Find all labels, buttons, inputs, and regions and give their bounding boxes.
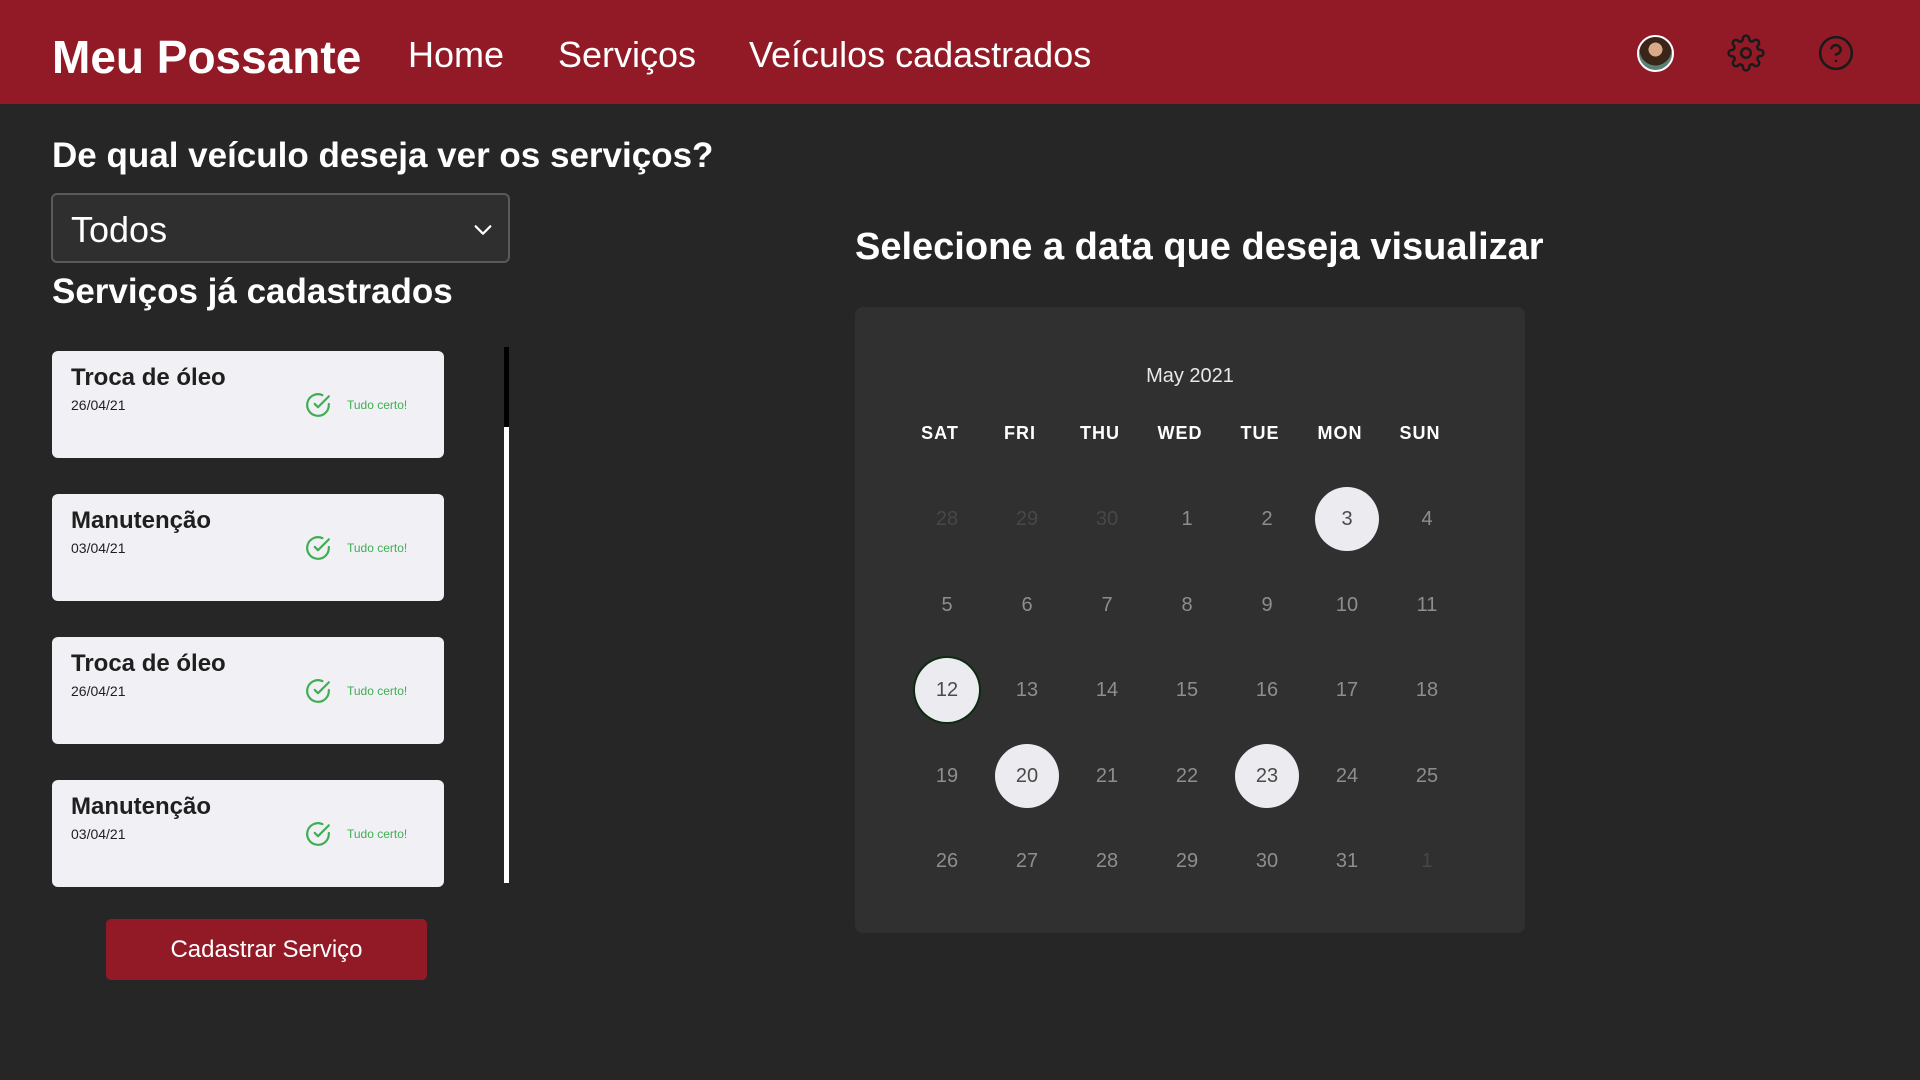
chevron-down-icon bbox=[474, 225, 492, 235]
brand-logo[interactable]: Meu Possante bbox=[52, 30, 361, 84]
service-name: Manutenção bbox=[71, 507, 212, 534]
calendar-day: 30 bbox=[1095, 508, 1119, 530]
calendar-day[interactable]: 11 bbox=[1395, 573, 1459, 637]
calendar-day[interactable]: 19 bbox=[915, 744, 979, 808]
calendar-heading: Selecione a data que deseja visualizar bbox=[855, 226, 1544, 268]
services-scrollbar-track[interactable] bbox=[504, 347, 509, 883]
calendar-day[interactable]: 1 bbox=[1155, 487, 1219, 551]
calendar-day[interactable]: 24 bbox=[1315, 744, 1379, 808]
weekday-thu: THU bbox=[1080, 423, 1120, 443]
calendar-day[interactable]: 31 bbox=[1315, 829, 1379, 893]
service-name: Troca de óleo bbox=[71, 650, 226, 677]
check-circle-icon bbox=[306, 536, 330, 560]
service-card[interactable]: Troca de óleo 26/04/21 Tudo certo! bbox=[52, 637, 444, 744]
service-status: Tudo certo! bbox=[347, 684, 408, 698]
calendar-day[interactable]: 26 bbox=[915, 829, 979, 893]
cadastrar-servico-button[interactable]: Cadastrar Serviço bbox=[106, 919, 427, 980]
calendar-day[interactable]: 9 bbox=[1235, 573, 1299, 637]
weekday-sat: SAT bbox=[921, 423, 959, 443]
calendar-day[interactable]: 7 bbox=[1075, 573, 1139, 637]
vehicle-select-value: Todos bbox=[71, 209, 168, 250]
weekday-wed: WED bbox=[1157, 423, 1203, 443]
calendar-day[interactable]: 13 bbox=[995, 658, 1059, 722]
top-navbar: Meu Possante Home Serviços Veículos cada… bbox=[0, 0, 1920, 104]
calendar-day[interactable]: 30 bbox=[1235, 829, 1299, 893]
service-card[interactable]: Troca de óleo 26/04/21 Tudo certo! bbox=[52, 351, 444, 458]
calendar-day[interactable]: 10 bbox=[1315, 573, 1379, 637]
services-scrollbar-thumb[interactable] bbox=[504, 347, 509, 427]
calendar-day[interactable]: 8 bbox=[1155, 573, 1219, 637]
weekday-fri: FRI bbox=[1004, 423, 1036, 443]
service-name: Manutenção bbox=[71, 793, 212, 820]
service-name: Troca de óleo bbox=[71, 364, 226, 391]
calendar-day[interactable]: 17 bbox=[1315, 658, 1379, 722]
service-status: Tudo certo! bbox=[347, 541, 408, 555]
calendar-day[interactable]: 14 bbox=[1075, 658, 1139, 722]
calendar-day[interactable]: 23 bbox=[1235, 743, 1299, 808]
calendar-month-label: May 2021 bbox=[1146, 365, 1234, 387]
calendar-day[interactable]: 18 bbox=[1395, 658, 1459, 722]
calendar-day: 1 bbox=[1421, 850, 1433, 872]
calendar-day[interactable]: 21 bbox=[1075, 744, 1139, 808]
calendar-day[interactable]: 22 bbox=[1155, 744, 1219, 808]
calendar-day[interactable]: 4 bbox=[1395, 487, 1459, 551]
service-status: Tudo certo! bbox=[347, 827, 408, 841]
weekday-sun: SUN bbox=[1399, 423, 1441, 443]
services-title: Serviços já cadastrados bbox=[52, 272, 453, 311]
nav-home-link[interactable]: Home bbox=[408, 34, 504, 76]
calendar-panel: May 2021 SAT FRI THU WED TUE MON SUN 28 29 30 1 2 3 4… bbox=[855, 307, 1525, 933]
calendar-day[interactable]: 27 bbox=[995, 829, 1059, 893]
nav-veiculos-link[interactable]: Veículos cadastrados bbox=[749, 34, 1091, 76]
vehicle-question: De qual veículo deseja ver os serviços? bbox=[52, 136, 714, 175]
service-card[interactable]: Manutenção 03/04/21 Tudo certo! bbox=[52, 494, 444, 601]
help-icon[interactable] bbox=[1817, 34, 1855, 72]
calendar-day[interactable]: 29 bbox=[1155, 829, 1219, 893]
calendar-day: 29 bbox=[1015, 508, 1039, 530]
calendar-day[interactable]: 2 bbox=[1235, 487, 1299, 551]
service-date: 03/04/21 bbox=[71, 540, 126, 556]
check-circle-icon bbox=[306, 393, 330, 417]
calendar-day[interactable]: 20 bbox=[995, 743, 1059, 808]
weekday-tue: TUE bbox=[1240, 423, 1280, 443]
service-status: Tudo certo! bbox=[347, 398, 408, 412]
calendar-day[interactable]: 28 bbox=[1075, 829, 1139, 893]
check-circle-icon bbox=[306, 822, 330, 846]
service-date: 26/04/21 bbox=[71, 397, 126, 413]
gear-icon[interactable] bbox=[1727, 34, 1765, 72]
calendar-day[interactable]: 25 bbox=[1395, 744, 1459, 808]
avatar[interactable] bbox=[1637, 35, 1674, 72]
calendar-day[interactable]: 6 bbox=[995, 573, 1059, 637]
calendar-day[interactable]: 5 bbox=[915, 573, 979, 637]
check-circle-icon bbox=[306, 679, 330, 703]
calendar-day[interactable]: 3 bbox=[1315, 487, 1379, 551]
service-date: 26/04/21 bbox=[71, 683, 126, 699]
calendar-day[interactable]: 16 bbox=[1235, 658, 1299, 722]
service-card[interactable]: Manutenção 03/04/21 Tudo certo! bbox=[52, 780, 444, 887]
weekday-mon: MON bbox=[1317, 423, 1363, 443]
nav-servicos-link[interactable]: Serviços bbox=[558, 34, 696, 76]
calendar-day[interactable]: 12 bbox=[915, 658, 979, 722]
service-date: 03/04/21 bbox=[71, 826, 126, 842]
calendar-day: 28 bbox=[935, 508, 959, 530]
calendar-day[interactable]: 15 bbox=[1155, 658, 1219, 722]
vehicle-select[interactable]: Todos bbox=[51, 193, 510, 263]
